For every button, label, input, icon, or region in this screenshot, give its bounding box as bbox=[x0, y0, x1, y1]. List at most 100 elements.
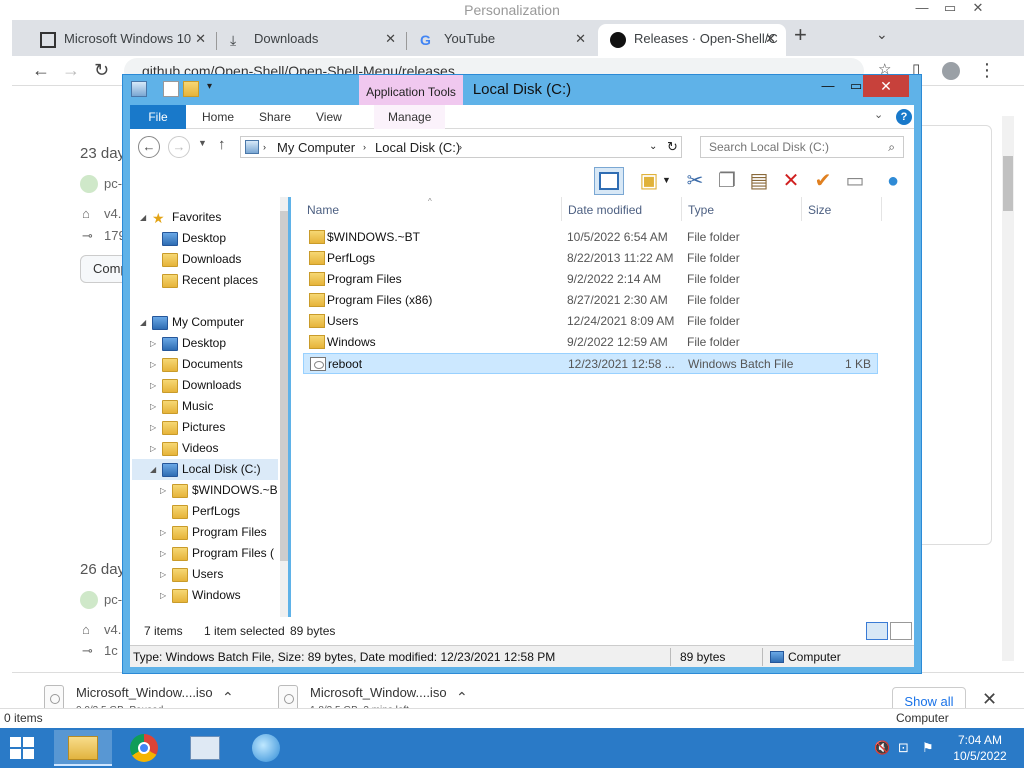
address-breadcrumb[interactable]: › My Computer › Local Disk (C:) › ⌄ ↻ bbox=[240, 136, 682, 158]
tab-releases[interactable]: Releases · Open-Shell/C ✕ bbox=[598, 24, 786, 56]
tree-downloads[interactable]: ▷ Downloads bbox=[150, 375, 241, 396]
tab-file[interactable]: File bbox=[130, 105, 186, 129]
tree-program-files[interactable]: ▷ Program Files bbox=[160, 522, 267, 543]
page-scrollbar[interactable] bbox=[1002, 116, 1014, 661]
tree-favorites[interactable]: ◢ ★ Favorites bbox=[140, 207, 221, 228]
taskbar-explorer[interactable] bbox=[54, 730, 112, 766]
tab-downloads[interactable]: ⤓ Downloads ✕ bbox=[218, 24, 407, 56]
profile-avatar[interactable] bbox=[942, 62, 960, 80]
release2-user[interactable]: pc- bbox=[104, 592, 122, 607]
tab-close-icon[interactable]: ✕ bbox=[195, 24, 206, 54]
paste-icon[interactable]: ▤ bbox=[744, 167, 774, 195]
checkmark-icon[interactable]: ✔ bbox=[808, 167, 838, 195]
tree-program-files-x86[interactable]: ▷ Program Files ( bbox=[160, 543, 274, 564]
refresh-icon[interactable]: ↻ bbox=[667, 139, 678, 155]
search-box[interactable]: ⌕ bbox=[700, 136, 904, 158]
clock[interactable]: 7:04 AM 10/5/2022 bbox=[948, 732, 1012, 764]
help-icon[interactable]: ? bbox=[896, 109, 912, 125]
address-dropdown-icon[interactable]: ⌄ bbox=[649, 141, 657, 152]
column-type[interactable]: Type bbox=[688, 203, 714, 217]
taskbar-chrome[interactable] bbox=[116, 730, 174, 766]
folder-options-icon[interactable]: ▣ bbox=[634, 167, 664, 195]
breadcrumb-chevron-icon[interactable]: › bbox=[459, 142, 462, 152]
chevron-up-icon[interactable]: ⌃ bbox=[456, 689, 468, 706]
back-icon[interactable]: ← bbox=[138, 136, 160, 158]
column-size[interactable]: Size bbox=[808, 203, 831, 217]
tab-home[interactable]: Home bbox=[188, 105, 248, 129]
release1-user[interactable]: pc- bbox=[104, 176, 122, 191]
file-row[interactable]: PerfLogs 8/22/2013 11:22 AM File folder bbox=[303, 248, 878, 269]
forward-icon[interactable]: → bbox=[62, 60, 80, 81]
tab-close-icon[interactable]: ✕ bbox=[575, 24, 586, 54]
tab-close-icon[interactable]: ✕ bbox=[385, 24, 396, 54]
tree-fav-downloads[interactable]: Downloads bbox=[150, 249, 241, 270]
search-input[interactable] bbox=[701, 137, 871, 157]
tree-perflogs[interactable]: PerfLogs bbox=[160, 501, 240, 522]
cut-icon[interactable]: ✂ bbox=[680, 167, 710, 195]
taskbar-open-shell[interactable] bbox=[238, 730, 296, 766]
file-row[interactable]: Program Files 9/2/2022 2:14 AM File fold… bbox=[303, 269, 878, 290]
large-icons-view-icon[interactable] bbox=[890, 622, 912, 640]
release2-commit[interactable]: 1c bbox=[104, 643, 118, 658]
action-center-icon[interactable]: ⚑ bbox=[922, 740, 934, 756]
bg-maximize-button[interactable]: ▭ bbox=[936, 0, 964, 18]
tree-fav-recent[interactable]: Recent places bbox=[150, 270, 258, 291]
recent-locations-icon[interactable]: ▼ bbox=[198, 138, 207, 148]
details-view-icon[interactable] bbox=[866, 622, 888, 640]
tab-microsoft-windows[interactable]: Microsoft Windows 10 ✕ bbox=[28, 24, 217, 56]
nav-scrollbar[interactable] bbox=[280, 197, 288, 617]
network-icon[interactable]: ⊡ bbox=[898, 740, 909, 756]
bg-close-button[interactable]: ✕ bbox=[964, 0, 992, 18]
tree-pictures[interactable]: ▷ Pictures bbox=[150, 417, 225, 438]
tree-windows[interactable]: ▷ Windows bbox=[160, 585, 241, 606]
file-row[interactable]: $WINDOWS.~BT 10/5/2022 6:54 AM File fold… bbox=[303, 227, 878, 248]
taskbar-control-panel[interactable] bbox=[176, 730, 234, 766]
file-row[interactable]: Program Files (x86) 8/27/2021 2:30 AM Fi… bbox=[303, 290, 878, 311]
file-row-selected[interactable]: reboot 12/23/2021 12:58 ... Windows Batc… bbox=[303, 353, 878, 374]
bg-minimize-button[interactable]: — bbox=[908, 0, 936, 18]
volume-muted-icon[interactable]: 🔇 bbox=[874, 740, 890, 756]
file-row[interactable]: Users 12/24/2021 8:09 AM File folder bbox=[303, 311, 878, 332]
release2-tag[interactable]: v4. bbox=[104, 622, 121, 637]
delete-icon[interactable]: ✕ bbox=[776, 167, 806, 195]
tree-local-disk[interactable]: ◢ Local Disk (C:) bbox=[132, 459, 278, 480]
forward-icon[interactable]: → bbox=[168, 136, 190, 158]
breadcrumb-chevron-icon[interactable]: › bbox=[363, 142, 366, 152]
column-date[interactable]: Date modified bbox=[568, 203, 642, 217]
tab-view[interactable]: View bbox=[302, 105, 356, 129]
minimize-button[interactable]: — bbox=[813, 75, 843, 97]
search-icon[interactable]: ⌕ bbox=[888, 140, 895, 155]
rename-icon[interactable]: ▭ bbox=[840, 167, 870, 195]
dropdown-icon[interactable]: ▼ bbox=[662, 175, 671, 185]
breadcrumb-local-disk[interactable]: Local Disk (C:) bbox=[375, 140, 460, 155]
breadcrumb-chevron-icon[interactable]: › bbox=[263, 142, 266, 152]
reload-icon[interactable]: ↻ bbox=[94, 60, 109, 81]
close-button[interactable]: ✕ bbox=[863, 75, 909, 97]
up-icon[interactable]: ↑ bbox=[218, 136, 226, 153]
file-row[interactable]: Windows 9/2/2022 12:59 AM File folder bbox=[303, 332, 878, 353]
breadcrumb-my-computer[interactable]: My Computer bbox=[277, 140, 355, 155]
tab-close-icon[interactable]: ✕ bbox=[765, 24, 776, 54]
tree-music[interactable]: ▷ Music bbox=[150, 396, 213, 417]
tree-my-computer[interactable]: ◢ My Computer bbox=[140, 312, 244, 333]
preview-pane-icon[interactable] bbox=[594, 167, 624, 195]
new-tab-button[interactable]: + bbox=[794, 22, 807, 48]
back-icon[interactable]: ← bbox=[32, 60, 50, 81]
tab-manage[interactable]: Manage bbox=[374, 105, 446, 129]
tree-fav-desktop[interactable]: Desktop bbox=[150, 228, 226, 249]
start-button[interactable] bbox=[10, 737, 34, 759]
close-icon[interactable]: ✕ bbox=[982, 689, 997, 710]
open-shell-icon[interactable]: ● bbox=[878, 167, 908, 195]
tree-windows-bt[interactable]: ▷ $WINDOWS.~B bbox=[160, 480, 278, 501]
tree-users[interactable]: ▷ Users bbox=[160, 564, 223, 585]
tree-videos[interactable]: ▷ Videos bbox=[150, 438, 218, 459]
chevron-down-icon[interactable]: ⌄ bbox=[874, 108, 883, 121]
tab-share[interactable]: Share bbox=[245, 105, 305, 129]
chevron-up-icon[interactable]: ⌃ bbox=[222, 689, 234, 706]
release1-tag[interactable]: v4. bbox=[104, 206, 121, 221]
tab-search-chevron-icon[interactable]: ⌄ bbox=[876, 26, 888, 43]
tree-documents[interactable]: ▷ Documents bbox=[150, 354, 243, 375]
tab-youtube[interactable]: G YouTube ✕ bbox=[408, 24, 596, 56]
tree-desktop[interactable]: ▷ Desktop bbox=[150, 333, 226, 354]
menu-kebab-icon[interactable]: ⋮ bbox=[978, 60, 996, 81]
